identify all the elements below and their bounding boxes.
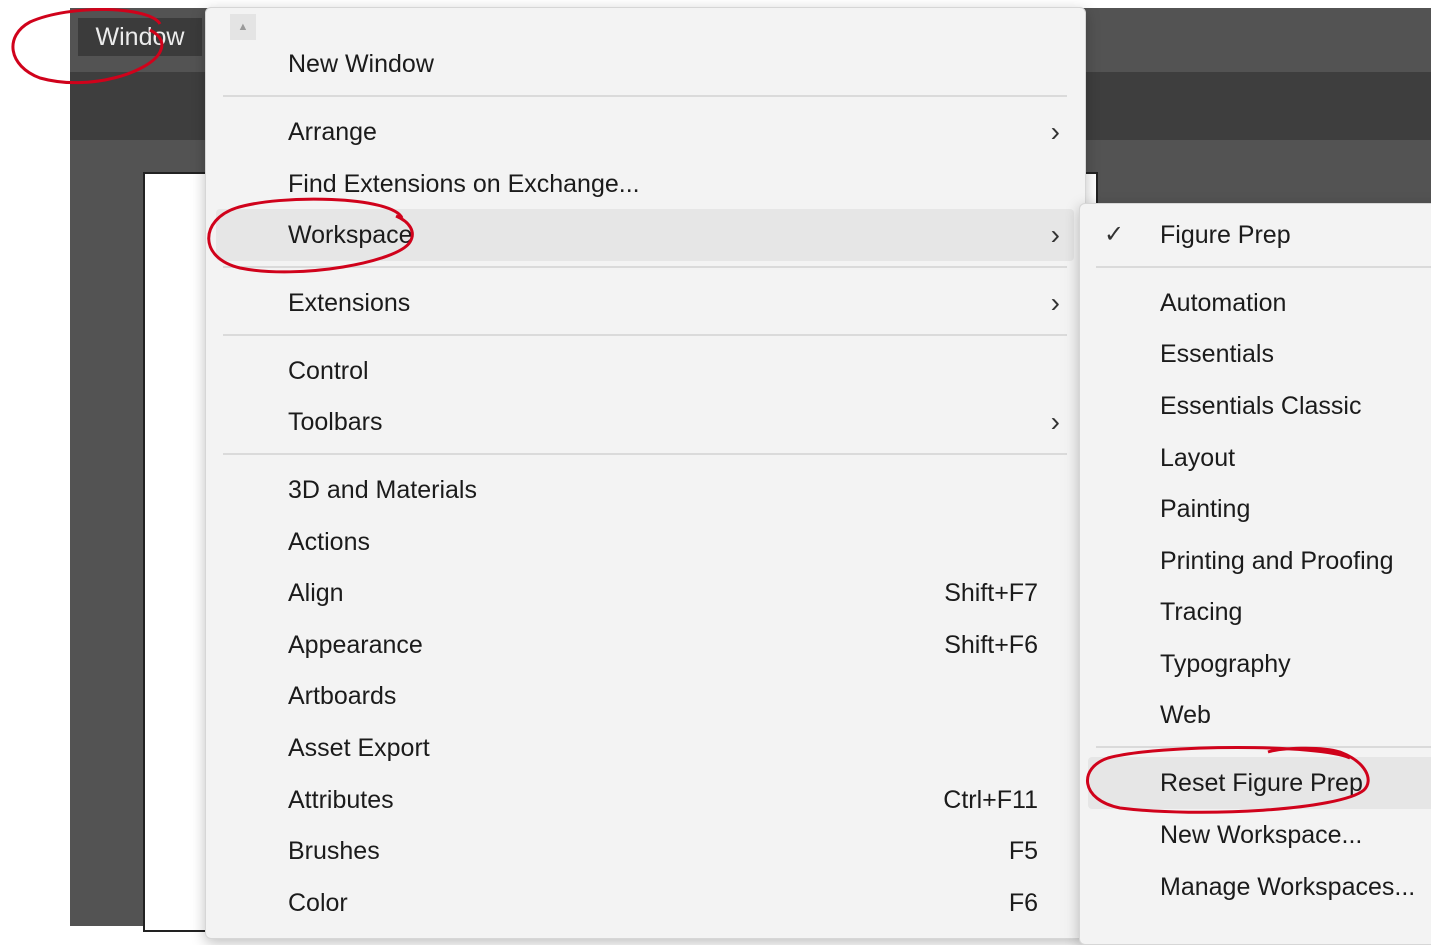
menu-item-shortcut: F5 <box>1008 837 1038 865</box>
menu-item-workspace[interactable]: Workspace › <box>216 209 1074 261</box>
menu-separator <box>1096 266 1431 268</box>
menu-item-3d-and-materials[interactable]: 3D and Materials <box>216 464 1074 516</box>
menu-item-brushes[interactable]: Brushes F5 <box>216 825 1074 877</box>
workspace-item-label: Automation <box>1160 289 1287 317</box>
menu-item-shortcut: Shift+F6 <box>944 631 1038 659</box>
workspace-item-label: Tracing <box>1160 598 1243 626</box>
workspace-item-layout[interactable]: Layout <box>1088 432 1431 484</box>
menu-item-color[interactable]: Color F6 <box>216 877 1074 929</box>
menu-item-label: Arrange <box>288 118 377 146</box>
menu-separator <box>223 95 1067 97</box>
workspace-item-label: Manage Workspaces... <box>1160 873 1416 901</box>
chevron-right-icon: › <box>1050 219 1060 250</box>
workspace-item-manage-workspaces[interactable]: Manage Workspaces... <box>1088 861 1431 913</box>
workspace-item-figure-prep[interactable]: ✓ Figure Prep <box>1088 209 1431 261</box>
menubar-window[interactable]: Window <box>78 18 202 56</box>
workspace-item-new-workspace[interactable]: New Workspace... <box>1088 809 1431 861</box>
workspace-item-essentials-classic[interactable]: Essentials Classic <box>1088 380 1431 432</box>
workspace-item-essentials[interactable]: Essentials <box>1088 328 1431 380</box>
menu-item-arrange[interactable]: Arrange › <box>216 106 1074 158</box>
workspace-item-label: Reset Figure Prep <box>1160 769 1363 797</box>
menu-item-label: Find Extensions on Exchange... <box>288 170 640 198</box>
menu-item-label: Color <box>288 889 348 917</box>
menu-item-label: Actions <box>288 528 370 556</box>
chevron-right-icon: › <box>1050 116 1060 147</box>
workspace-item-label: Typography <box>1160 650 1291 678</box>
menu-item-shortcut: Shift+F7 <box>944 579 1038 607</box>
workspace-item-label: Web <box>1160 701 1211 729</box>
scroll-up-arrow-icon[interactable]: ▲ <box>230 14 256 40</box>
workspace-item-label: Essentials <box>1160 340 1274 368</box>
menu-item-label: Control <box>288 357 369 385</box>
menu-item-asset-export[interactable]: Asset Export <box>216 722 1074 774</box>
menu-separator <box>223 266 1067 268</box>
workspace-item-tracing[interactable]: Tracing <box>1088 586 1431 638</box>
menu-item-shortcut: Ctrl+F11 <box>943 786 1038 814</box>
menu-item-align[interactable]: Align Shift+F7 <box>216 567 1074 619</box>
menu-item-label: Attributes <box>288 786 394 814</box>
menu-item-label: Extensions <box>288 289 411 317</box>
workspace-item-label: Printing and Proofing <box>1160 547 1394 575</box>
workspace-submenu: ✓ Figure Prep Automation Essentials Esse… <box>1079 203 1431 945</box>
chevron-right-icon: › <box>1050 406 1060 437</box>
window-menu: ▲ New Window Arrange › Find Extensions o… <box>205 7 1086 939</box>
menu-separator <box>223 334 1067 336</box>
workspace-item-painting[interactable]: Painting <box>1088 483 1431 535</box>
workspace-item-web[interactable]: Web <box>1088 689 1431 741</box>
workspace-item-reset-figure-prep[interactable]: Reset Figure Prep <box>1088 757 1431 809</box>
menu-item-label: Asset Export <box>288 734 430 762</box>
workspace-item-label: New Workspace... <box>1160 821 1363 849</box>
menu-separator <box>1096 746 1431 748</box>
menu-item-shortcut: F6 <box>1008 889 1038 917</box>
workspace-item-label: Painting <box>1160 495 1251 523</box>
workspace-item-label: Essentials Classic <box>1160 392 1362 420</box>
menu-item-artboards[interactable]: Artboards <box>216 670 1074 722</box>
menu-item-label: Brushes <box>288 837 380 865</box>
menu-item-label: New Window <box>288 50 434 78</box>
menu-item-label: Align <box>288 579 344 607</box>
menu-item-label: Workspace <box>288 221 413 249</box>
menu-item-actions[interactable]: Actions <box>216 516 1074 568</box>
menu-item-new-window[interactable]: New Window <box>216 38 1074 90</box>
menu-item-label: 3D and Materials <box>288 476 477 504</box>
menu-item-label: Appearance <box>288 631 423 659</box>
workspace-item-automation[interactable]: Automation <box>1088 277 1431 329</box>
workspace-item-label: Figure Prep <box>1160 221 1291 249</box>
workspace-item-label: Layout <box>1160 444 1236 472</box>
checkmark-icon: ✓ <box>1104 221 1125 248</box>
menu-item-extensions[interactable]: Extensions › <box>216 277 1074 329</box>
menu-item-label: Toolbars <box>288 408 383 436</box>
workspace-item-printing-and-proofing[interactable]: Printing and Proofing <box>1088 535 1431 587</box>
menu-item-control[interactable]: Control <box>216 345 1074 397</box>
chevron-right-icon: › <box>1050 287 1060 318</box>
menu-item-attributes[interactable]: Attributes Ctrl+F11 <box>216 774 1074 826</box>
menu-item-toolbars[interactable]: Toolbars › <box>216 396 1074 448</box>
menu-item-label: Artboards <box>288 682 397 710</box>
workspace-item-typography[interactable]: Typography <box>1088 638 1431 690</box>
menu-separator <box>223 453 1067 455</box>
menu-item-find-extensions[interactable]: Find Extensions on Exchange... <box>216 158 1074 210</box>
menu-item-appearance[interactable]: Appearance Shift+F6 <box>216 619 1074 671</box>
